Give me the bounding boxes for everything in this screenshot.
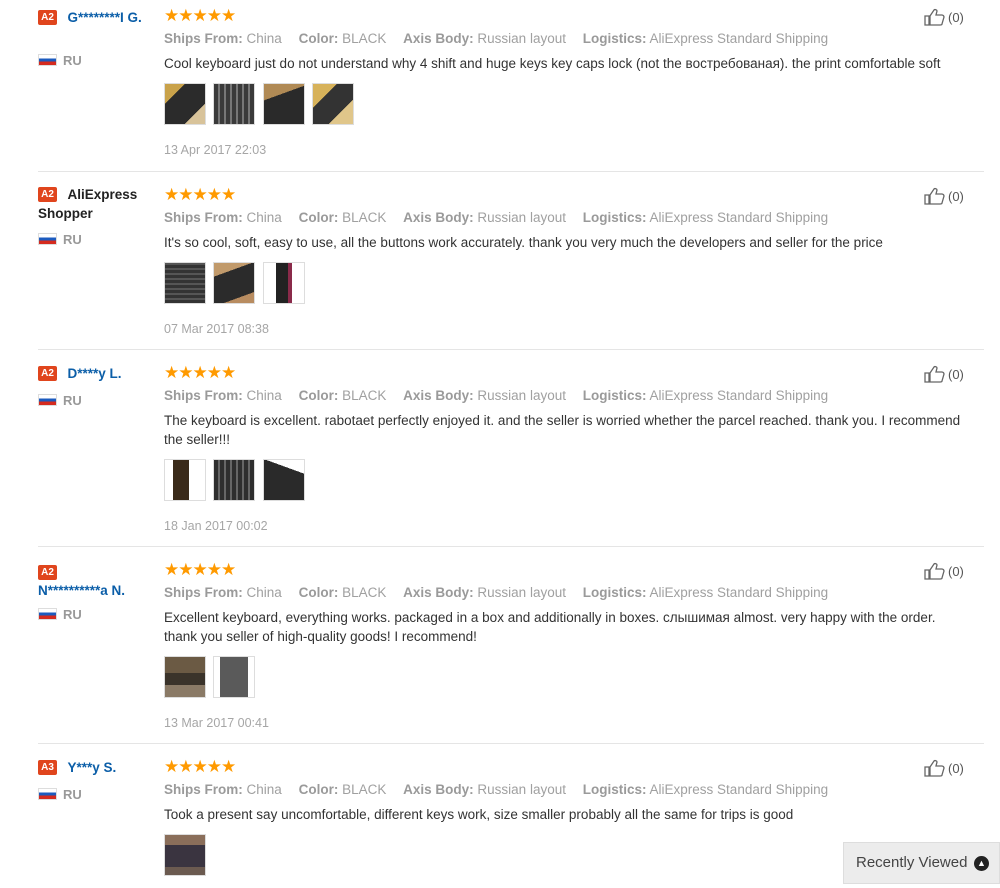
buyer-level-badge: A2 [38,187,57,202]
helpful-button[interactable]: (0) [924,562,964,580]
review-date: 07 Mar 2017 08:38 [164,322,269,336]
review-date: 18 Jan 2017 00:02 [164,519,268,533]
thumbs-up-icon [924,562,945,580]
review-text: Cool keyboard just do not understand why… [164,56,941,71]
thumbs-up-icon [924,365,945,383]
review-text: It's so cool, soft, easy to use, all the… [164,235,883,250]
review-photo-thumbnail[interactable] [262,459,305,501]
reviewer-name[interactable]: N**********a N. [38,583,125,598]
review-item: A2 D****y L. RU ★★★★★ Ships From: China … [0,350,1000,547]
buyer-level-badge: A2 [38,366,57,381]
review-text: Took a present say uncomfortable, differ… [164,807,794,822]
reviewer-name[interactable]: G********I G. [67,10,141,25]
thumbs-up-icon [924,187,945,205]
thumbs-up-icon [924,8,945,26]
review-photos [164,459,964,501]
review-item: A2 G********I G. RU ★★★★★ Ships From: Ch… [0,0,1000,172]
review-photos [164,83,964,125]
chevron-up-icon[interactable]: ▲ [974,856,989,871]
buyer-level-badge: A2 [38,10,57,25]
review-photo-thumbnail[interactable] [164,656,206,698]
russia-flag-icon [38,608,57,620]
russia-flag-icon [38,54,57,66]
reviewer-info: A2 G********I G. RU [38,8,160,68]
review-photo-thumbnail[interactable] [262,83,305,125]
thumbs-up-icon [924,759,945,777]
reviewer-country: RU [38,607,82,622]
review-photo-thumbnail[interactable] [213,459,256,501]
review-photo-thumbnail[interactable] [213,656,256,698]
recently-viewed-tab[interactable]: Recently Viewed ▲ [843,842,1000,884]
reviewer-country: RU [38,53,82,68]
review-photo-thumbnail[interactable] [262,262,305,304]
review-photo-thumbnail[interactable] [164,262,206,304]
helpful-button[interactable]: (0) [924,759,964,777]
review-photos [164,262,964,304]
star-rating: ★★★★★ [164,757,236,776]
order-attributes: Ships From: China Color: BLACK Axis Body… [164,782,829,797]
review-photos [164,656,964,698]
review-text: The keyboard is excellent. rabotaet perf… [164,413,961,447]
review-date: 13 Mar 2017 00:41 [164,716,269,730]
reviewer-info: A2 D****y L. RU [38,364,160,408]
review-photo-thumbnail[interactable] [164,459,206,501]
review-item: A2 AliExpress Shopper RU ★★★★★ Ships Fro… [0,172,1000,350]
reviewer-country: RU [38,232,82,247]
review-photo-thumbnail[interactable] [164,834,206,876]
reviewer-name[interactable]: D****y L. [67,366,121,381]
order-attributes: Ships From: China Color: BLACK Axis Body… [164,31,829,46]
russia-flag-icon [38,233,57,245]
helpful-button[interactable]: (0) [924,365,964,383]
review-item: A2 N**********a N. RU ★★★★★ Ships From: … [0,547,1000,744]
review-date: 13 Apr 2017 22:03 [164,143,267,157]
star-rating: ★★★★★ [164,6,236,25]
reviewer-info: A3 Y***y S. RU [38,758,160,802]
review-photo-thumbnail[interactable] [164,83,206,125]
recently-viewed-label: Recently Viewed [856,854,968,871]
order-attributes: Ships From: China Color: BLACK Axis Body… [164,585,829,600]
buyer-level-badge: A3 [38,760,57,775]
reviewer-country: RU [38,393,82,408]
helpful-button[interactable]: (0) [924,187,964,205]
order-attributes: Ships From: China Color: BLACK Axis Body… [164,210,829,225]
review-photo-thumbnail[interactable] [213,262,256,304]
star-rating: ★★★★★ [164,363,236,382]
russia-flag-icon [38,788,57,800]
reviewer-name[interactable]: Y***y S. [67,760,116,775]
review-text: Excellent keyboard, everything works. pa… [164,610,936,644]
reviewer-info: A2 AliExpress Shopper RU [38,185,160,247]
russia-flag-icon [38,394,57,406]
buyer-level-badge: A2 [38,565,57,580]
reviewer-country: RU [38,787,82,802]
star-rating: ★★★★★ [164,185,236,204]
order-attributes: Ships From: China Color: BLACK Axis Body… [164,388,829,403]
reviewer-info: A2 N**********a N. RU [38,563,160,622]
review-photo-thumbnail[interactable] [213,83,256,125]
review-photo-thumbnail[interactable] [312,83,355,125]
helpful-button[interactable]: (0) [924,8,964,26]
star-rating: ★★★★★ [164,560,236,579]
